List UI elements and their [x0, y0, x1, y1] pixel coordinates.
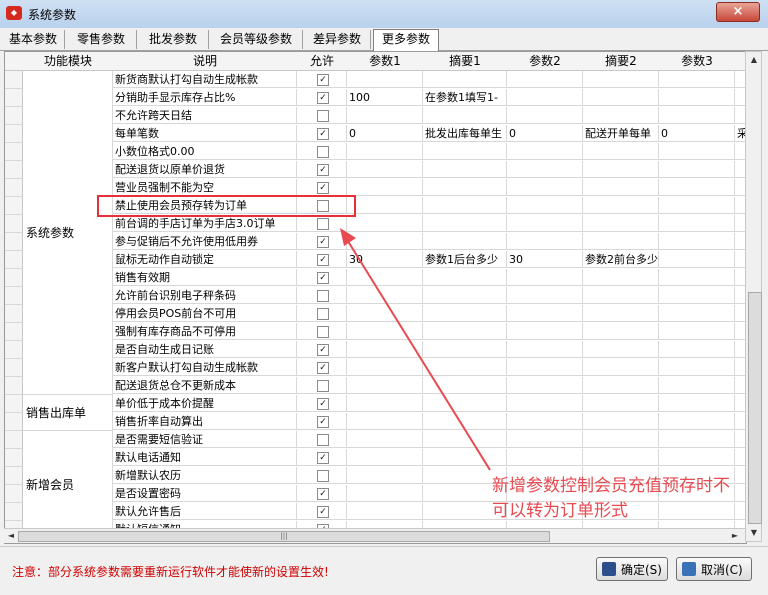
cancel-button-label: 取消(C)	[701, 563, 743, 577]
annotation-line-2: 可以转为订单形式	[492, 501, 628, 521]
ok-button-label: 确定(S)	[621, 563, 662, 577]
exit-door-icon	[682, 562, 696, 576]
cancel-button[interactable]: 取消(C)	[676, 557, 752, 581]
save-disk-icon	[602, 562, 616, 576]
annotation-line-1: 新增参数控制会员充值预存时不	[492, 476, 730, 496]
annotation-text: 新增参数控制会员充值预存时不 可以转为订单形式	[492, 474, 762, 524]
restart-note: 注意：部分系统参数需要重新运行软件才能使新的设置生效!	[12, 565, 329, 579]
ok-button[interactable]: 确定(S)	[596, 557, 668, 581]
footer-bar: 注意：部分系统参数需要重新运行软件才能使新的设置生效! 确定(S) 取消(C)	[0, 546, 768, 595]
